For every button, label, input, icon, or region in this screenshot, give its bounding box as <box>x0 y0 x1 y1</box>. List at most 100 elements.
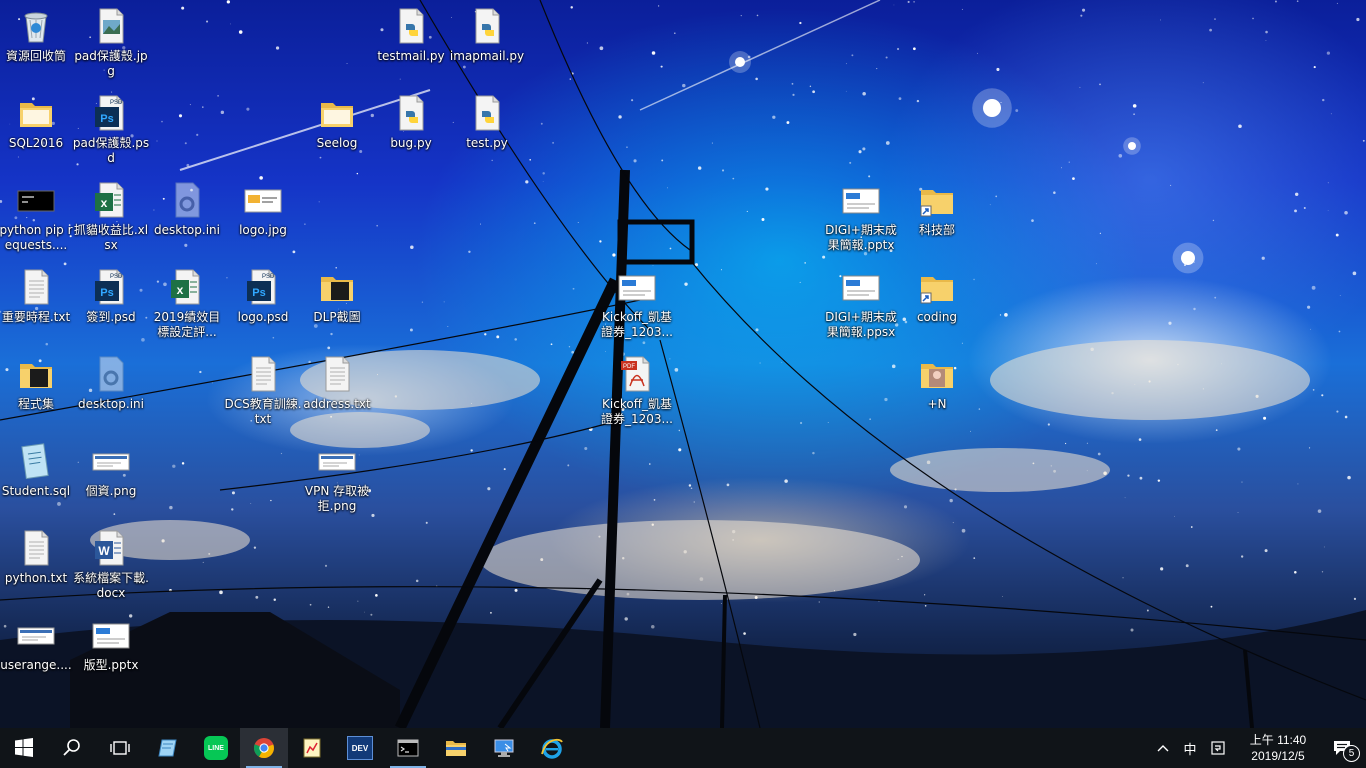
start-button[interactable] <box>0 728 48 768</box>
desktop-icon[interactable]: imapmail.py <box>448 2 526 64</box>
pdf-file-icon: PDF <box>617 354 657 394</box>
desktop-icon[interactable]: Ps PSD pad保護殼.psd <box>72 89 150 166</box>
input-mode-indicator[interactable] <box>1204 728 1232 768</box>
desktop-icon[interactable]: +N <box>898 350 976 412</box>
desktop-icon-label: desktop.ini <box>154 223 220 237</box>
chart-editor-icon <box>300 736 324 760</box>
desktop-icon[interactable]: x 2019績效目標設定評... <box>148 263 226 340</box>
desktop-icon[interactable]: DLP截圖 <box>298 263 376 325</box>
text-file-icon <box>243 354 283 394</box>
python-file-icon <box>391 6 431 46</box>
file-explorer-button[interactable] <box>432 728 480 768</box>
folder-dark-icon <box>317 267 357 307</box>
desktop-icon-label: 系統檔案下載.docx <box>73 571 149 600</box>
desktop-icon-label: address.txt <box>303 397 371 411</box>
devc-button[interactable]: DEV <box>336 728 384 768</box>
desktop-icon[interactable]: DIGI+期末成果簡報.ppsx <box>822 263 900 340</box>
chrome-icon <box>252 736 276 760</box>
desktop-icon-label: Kickoff_凱基證券_1203... <box>601 397 673 426</box>
line-icon: LINE <box>204 736 228 760</box>
image-file-icon <box>91 6 131 46</box>
folder-dark-icon <box>16 354 56 394</box>
search-icon <box>60 736 84 760</box>
internet-explorer-icon <box>540 736 564 760</box>
clock-time: 上午 11:40 <box>1249 733 1307 747</box>
ime-indicator[interactable]: 中 <box>1176 728 1204 768</box>
task-view-button[interactable] <box>96 728 144 768</box>
line-app-button[interactable]: LINE <box>192 728 240 768</box>
dev-label: DEV <box>347 736 373 760</box>
dev-cpp-icon: DEV <box>347 736 373 760</box>
chrome-button[interactable] <box>240 728 288 768</box>
desktop-icon[interactable]: bug.py <box>372 89 450 151</box>
excel-file-icon: x <box>91 180 131 220</box>
desktop-icon[interactable]: pad保護殼.jpg <box>72 2 150 79</box>
desktop-icon[interactable]: coding <box>898 263 976 325</box>
svg-text:x: x <box>177 283 184 297</box>
png-screenshot-icon <box>16 615 56 655</box>
desktop-icon-label: Student.sql <box>1 484 71 498</box>
app-chart-button[interactable] <box>288 728 336 768</box>
desktop-icon[interactable]: python pip requests.... <box>0 176 75 253</box>
desktop-icon[interactable]: Ps PSD logo.psd <box>224 263 302 325</box>
desktop-icon[interactable]: test.py <box>448 89 526 151</box>
desktop-icon[interactable]: testmail.py <box>372 2 450 64</box>
action-center-button[interactable]: 5 <box>1318 728 1366 768</box>
desktop-icon-label: logo.jpg <box>239 223 287 237</box>
desktop-icon[interactable]: address.txt <box>298 350 376 412</box>
settings-file-faded-icon <box>91 354 131 394</box>
desktop-icon-label: imapmail.py <box>449 49 525 63</box>
desktop-icon-label: logo.psd <box>237 310 289 324</box>
desktop-icon[interactable]: 程式集 <box>0 350 75 412</box>
desktop-icon[interactable]: 版型.pptx <box>72 611 150 673</box>
desktop-icon[interactable]: DIGI+期末成果簡報.pptx <box>822 176 900 253</box>
svg-text:Ps: Ps <box>100 113 113 125</box>
cmd-button[interactable] <box>384 728 432 768</box>
ie-button[interactable] <box>528 728 576 768</box>
desktop-icon[interactable]: Student.sql <box>0 437 75 499</box>
pptx-slide-icon <box>841 180 881 220</box>
desktop-icon[interactable]: python.txt <box>0 524 75 586</box>
psd-file-icon: Ps PSD <box>91 93 131 133</box>
show-hidden-icons-chevron[interactable] <box>1150 728 1176 768</box>
desktop-icon[interactable]: desktop.ini <box>72 350 150 412</box>
desktop-icon-label: 資源回收筒 <box>5 49 66 63</box>
desktop-icon-label: Seelog <box>316 136 358 150</box>
desktop-icon[interactable]: x 抓貓收益比.xlsx <box>72 176 150 253</box>
desktop-icon-label: 科技部 <box>918 223 955 237</box>
search-button[interactable] <box>48 728 96 768</box>
desktop-icon[interactable]: PDF Kickoff_凱基證券_1203... <box>598 350 676 427</box>
desktop-icon[interactable]: Ps PSD 簽到.psd <box>72 263 150 325</box>
system-tray: 中 上午 11:40 2019/12/5 5 <box>1150 728 1366 768</box>
desktop-icon-label: 版型.pptx <box>83 658 139 672</box>
desktop-icon-label: DIGI+期末成果簡報.ppsx <box>825 310 897 339</box>
desktop-icon[interactable]: 重要時程.txt <box>0 263 75 325</box>
desktop-icon[interactable]: userange.... <box>0 611 75 673</box>
desktop-icon-label: userange.... <box>0 658 72 672</box>
desktop-icon-label: SQL2016 <box>8 136 64 150</box>
windows-logo-icon <box>12 736 36 760</box>
desktop-icon[interactable]: VPN 存取被拒.png <box>298 437 376 514</box>
text-file-icon <box>317 354 357 394</box>
png-screenshot-icon <box>91 441 131 481</box>
desktop-icon[interactable]: Seelog <box>298 89 376 151</box>
desktop-icon[interactable]: 資源回收筒 <box>0 2 75 64</box>
desktop-icon[interactable]: desktop.ini <box>148 176 226 238</box>
desktop-icon[interactable]: logo.jpg <box>224 176 302 238</box>
desktop-icon[interactable]: Kickoff_凱基證券_1203... <box>598 263 676 340</box>
notepad-like-button[interactable] <box>144 728 192 768</box>
command-prompt-icon <box>396 736 420 760</box>
desktop-icon[interactable]: W 系統檔案下載.docx <box>72 524 150 601</box>
svg-text:W: W <box>98 544 110 558</box>
clock[interactable]: 上午 11:40 2019/12/5 <box>1238 728 1318 768</box>
png-screenshot-icon <box>317 441 357 481</box>
svg-text:PDF: PDF <box>623 364 635 370</box>
desktop-icon[interactable]: 科技部 <box>898 176 976 238</box>
desktop-icon[interactable]: DCS教育訓練.txt <box>224 350 302 427</box>
folder-icon <box>16 93 56 133</box>
task-view-icon <box>108 736 132 760</box>
remote-desktop-button[interactable] <box>480 728 528 768</box>
desktop-icon[interactable]: SQL2016 <box>0 89 75 151</box>
text-file-icon <box>16 267 56 307</box>
desktop-icon[interactable]: 個資.png <box>72 437 150 499</box>
